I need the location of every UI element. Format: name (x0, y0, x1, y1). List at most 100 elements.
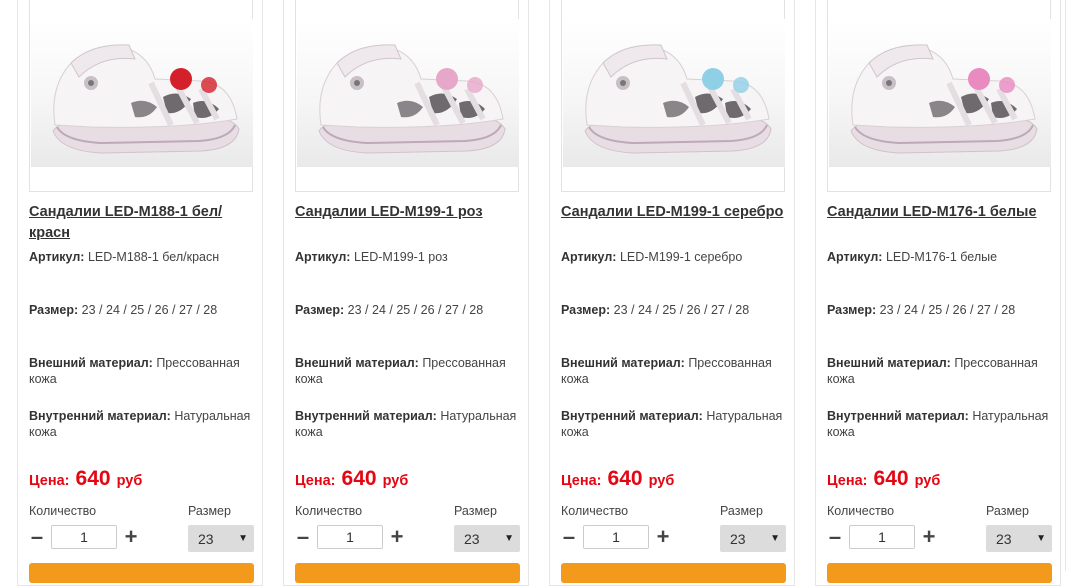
outer-material-row: Внешний материал: Прессованная кожа (827, 355, 1059, 387)
product-photo[interactable] (563, 19, 785, 167)
price-label: Цена: (29, 473, 70, 489)
sizes-label: Размер: (29, 303, 79, 317)
size-select-label: Размер (986, 504, 1029, 518)
inner-material-row: Внутренний материал: Натуральная кожа (29, 408, 261, 440)
product-name-link[interactable]: Сандалии LED-M188-1 бел/красн (29, 202, 257, 244)
price-currency: руб (382, 473, 409, 489)
size-selected-value: 23 (464, 530, 480, 547)
size-select[interactable]: 23 ▼ (720, 525, 786, 552)
buy-button[interactable] (827, 563, 1052, 583)
inner-material-label: Внутренний материал: (561, 409, 703, 423)
price: Цена: 640 руб (561, 467, 674, 493)
sizes-row: Размер: 23 / 24 / 25 / 26 / 27 / 28 (827, 302, 1059, 318)
plus-icon[interactable]: + (921, 524, 937, 550)
inner-material-row: Внутренний материал: Натуральная кожа (827, 408, 1059, 440)
price-label: Цена: (295, 473, 336, 489)
plus-icon[interactable]: + (655, 524, 671, 550)
buy-button[interactable] (29, 563, 254, 583)
size-select-label: Размер (188, 504, 231, 518)
product-name-link[interactable]: Сандалии LED-M199-1 серебро (561, 202, 789, 223)
price-value: 640 (873, 467, 909, 490)
sku-row: Артикул: LED-M199-1 серебро (561, 249, 793, 265)
sizes-row: Размер: 23 / 24 / 25 / 26 / 27 / 28 (295, 302, 527, 318)
product-grid: Сандалии LED-M188-1 бел/красн Артикул: L… (0, 0, 1080, 586)
price: Цена: 640 руб (827, 467, 940, 493)
sku-value: LED-M176-1 белые (885, 250, 998, 264)
product-photo[interactable] (31, 19, 253, 167)
inner-material-label: Внутренний материал: (295, 409, 437, 423)
sizes-value: 23 / 24 / 25 / 26 / 27 / 28 (347, 303, 484, 317)
sku-value: LED-M188-1 бел/красн (87, 250, 220, 264)
inner-material-row: Внутренний материал: Натуральная кожа (561, 408, 793, 440)
product-image-frame[interactable] (29, 0, 253, 192)
sizes-label: Размер: (561, 303, 611, 317)
quantity-stepper: – + (561, 524, 671, 550)
sku-label: Артикул: (827, 250, 883, 264)
product-name-link[interactable]: Сандалии LED-M199-1 роз (295, 202, 523, 223)
product-card: Сандалии LED-M188-1 бел/красн Артикул: L… (17, 0, 263, 586)
plus-icon[interactable]: + (123, 524, 139, 550)
quantity-stepper: – + (827, 524, 937, 550)
sizes-row: Размер: 23 / 24 / 25 / 26 / 27 / 28 (29, 302, 261, 318)
plus-icon[interactable]: + (389, 524, 405, 550)
outer-material-label: Внешний материал: (29, 356, 153, 370)
size-select[interactable]: 23 ▼ (188, 525, 254, 552)
chevron-down-icon: ▼ (238, 533, 248, 544)
inner-material-row: Внутренний материал: Натуральная кожа (295, 408, 527, 440)
price-label: Цена: (827, 473, 868, 489)
size-select[interactable]: 23 ▼ (986, 525, 1052, 552)
outer-material-label: Внешний материал: (827, 356, 951, 370)
minus-icon[interactable]: – (295, 524, 311, 550)
quantity-input[interactable] (849, 525, 915, 549)
size-selected-value: 23 (996, 530, 1012, 547)
outer-material-label: Внешний материал: (295, 356, 419, 370)
product-card: Сандалии LED-M199-1 серебро Артикул: LED… (549, 0, 795, 586)
sizes-row: Размер: 23 / 24 / 25 / 26 / 27 / 28 (561, 302, 793, 318)
quantity-label: Количество (29, 504, 97, 518)
quantity-input[interactable] (317, 525, 383, 549)
price-label: Цена: (561, 473, 602, 489)
sku-label: Артикул: (561, 250, 617, 264)
chevron-down-icon: ▼ (504, 533, 514, 544)
size-select[interactable]: 23 ▼ (454, 525, 520, 552)
product-image-frame[interactable] (295, 0, 519, 192)
price-currency: руб (914, 473, 941, 489)
sku-row: Артикул: LED-M176-1 белые (827, 249, 1059, 265)
product-name-link[interactable]: Сандалии LED-M176-1 белые (827, 202, 1055, 223)
sizes-label: Размер: (295, 303, 345, 317)
product-photo[interactable] (297, 19, 519, 167)
price-value: 640 (75, 467, 111, 490)
sku-row: Артикул: LED-M199-1 роз (295, 249, 527, 265)
product-photo[interactable] (829, 19, 1051, 167)
size-select-label: Размер (720, 504, 763, 518)
price-currency: руб (116, 473, 143, 489)
chevron-down-icon: ▼ (1036, 533, 1046, 544)
price-value: 640 (607, 467, 643, 490)
minus-icon[interactable]: – (561, 524, 577, 550)
chevron-down-icon: ▼ (770, 533, 780, 544)
buy-button[interactable] (295, 563, 520, 583)
product-card: Сандалии LED-M176-1 белые Артикул: LED-M… (815, 0, 1061, 586)
quantity-input[interactable] (583, 525, 649, 549)
minus-icon[interactable]: – (29, 524, 45, 550)
sizes-value: 23 / 24 / 25 / 26 / 27 / 28 (879, 303, 1016, 317)
sku-value: LED-M199-1 серебро (619, 250, 743, 264)
size-selected-value: 23 (198, 530, 214, 547)
quantity-input[interactable] (51, 525, 117, 549)
product-image-frame[interactable] (827, 0, 1051, 192)
quantity-stepper: – + (29, 524, 139, 550)
price: Цена: 640 руб (29, 467, 142, 493)
quantity-stepper: – + (295, 524, 405, 550)
size-select-label: Размер (454, 504, 497, 518)
quantity-label: Количество (561, 504, 629, 518)
product-image-frame[interactable] (561, 0, 785, 192)
quantity-label: Количество (295, 504, 363, 518)
size-selected-value: 23 (730, 530, 746, 547)
outer-material-label: Внешний материал: (561, 356, 685, 370)
sandal-illustration (318, 44, 506, 154)
minus-icon[interactable]: – (827, 524, 843, 550)
sku-row: Артикул: LED-M188-1 бел/красн (29, 249, 261, 265)
buy-button[interactable] (561, 563, 786, 583)
product-card: Сандалии LED-M199-1 роз Артикул: LED-M19… (283, 0, 529, 586)
sandal-illustration (52, 44, 240, 154)
